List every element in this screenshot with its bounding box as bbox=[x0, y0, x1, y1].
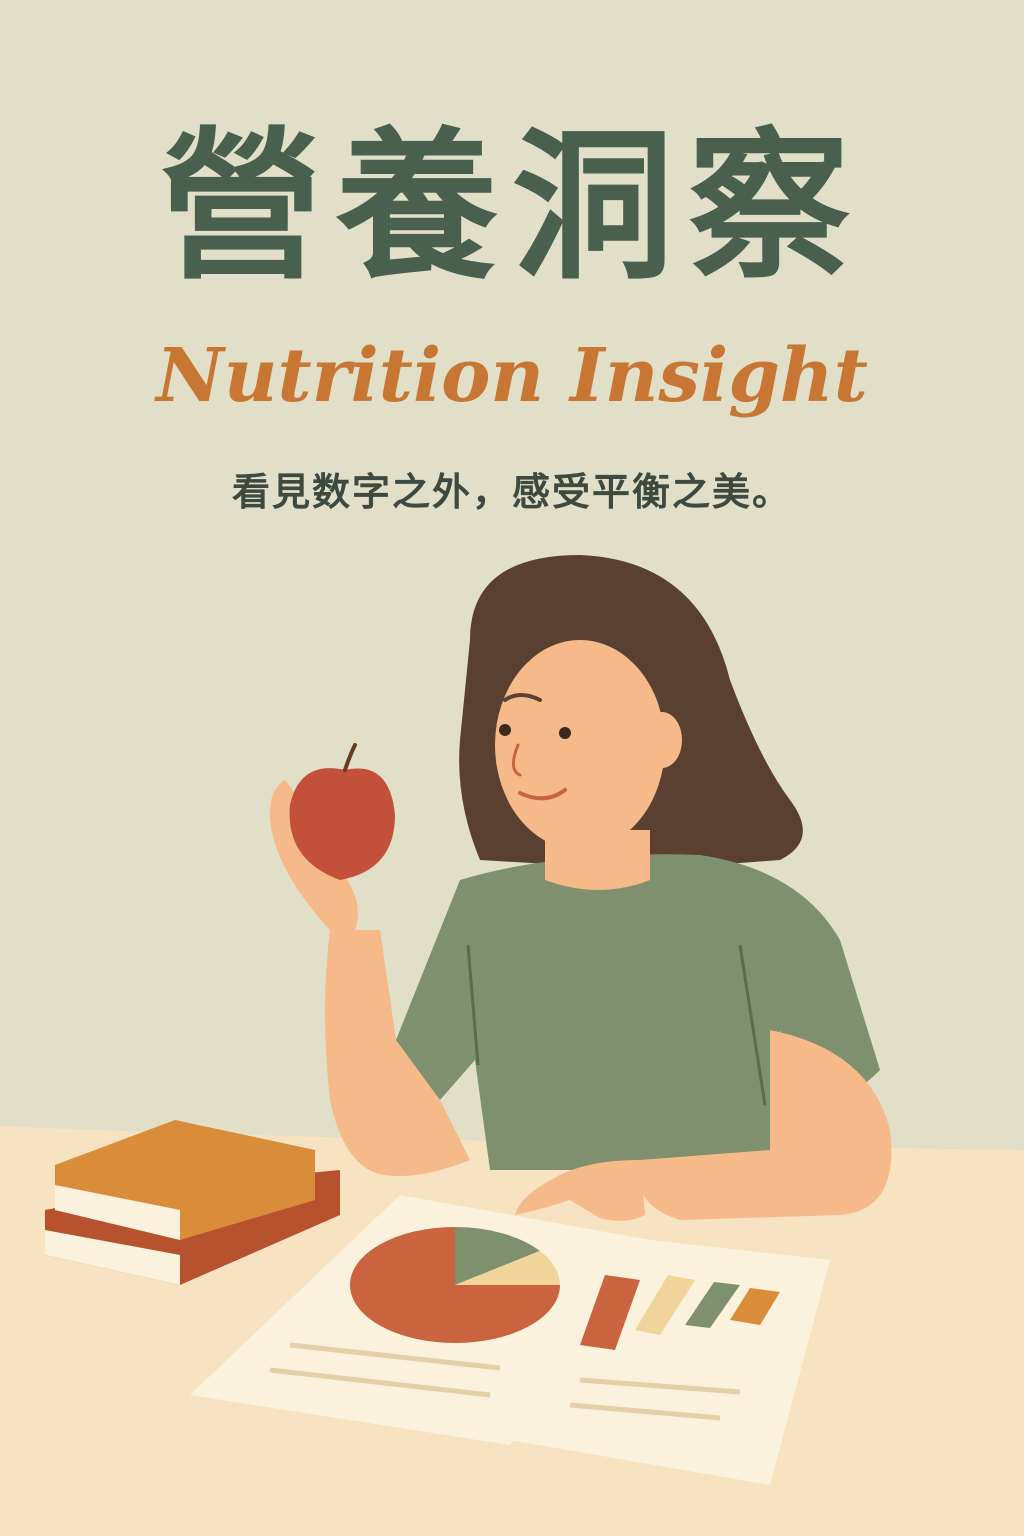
poster: 營養洞察 Nutrition Insight 看見数字之外，感受平衡之美。 bbox=[0, 0, 1024, 1536]
pie-chart-icon bbox=[350, 1227, 560, 1343]
face bbox=[495, 640, 665, 850]
subtitle: Nutrition Insight bbox=[156, 333, 868, 419]
apple-stem-icon bbox=[343, 743, 357, 772]
ear-icon bbox=[642, 712, 682, 768]
page-title: 營養洞察 bbox=[160, 114, 864, 302]
eye-icon bbox=[559, 727, 571, 739]
eye-icon bbox=[499, 724, 511, 736]
tagline: 看見数字之外，感受平衡之美。 bbox=[231, 470, 792, 514]
